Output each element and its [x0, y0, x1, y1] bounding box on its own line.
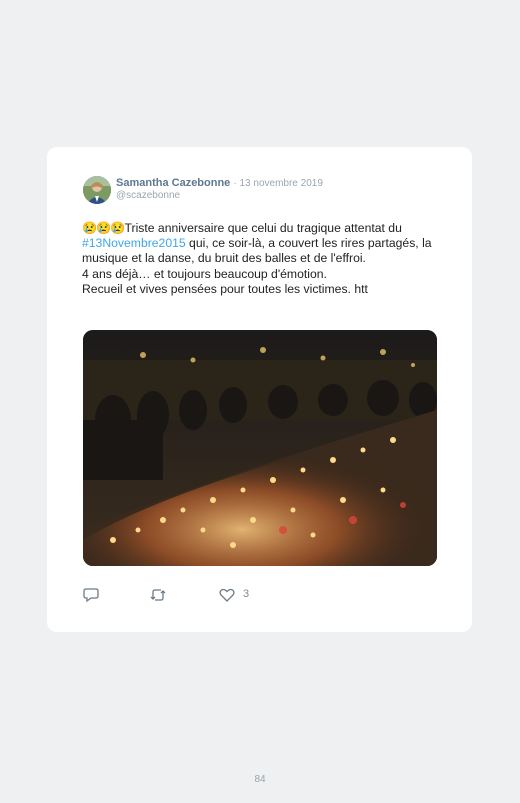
tweet-card: Samantha Cazebonne · 13 novembre 2019 @s… [47, 147, 472, 632]
avatar[interactable] [83, 176, 111, 204]
author-handle[interactable]: @scazebonne [116, 190, 180, 202]
heart-icon[interactable] [219, 587, 235, 605]
author-line: Samantha Cazebonne · 13 novembre 2019 [116, 177, 323, 190]
tweet-photo[interactable] [83, 330, 437, 566]
avatar-image [83, 176, 111, 204]
crying-emoji: 😢😢😢 [82, 221, 126, 235]
hashtag-link[interactable]: #13Novembre2015 [82, 236, 186, 250]
page-number: 84 [254, 774, 266, 785]
tweet-actions: 3 [83, 587, 383, 605]
author-name[interactable]: Samantha Cazebonne [116, 177, 230, 189]
like-count: 3 [243, 588, 250, 600]
tweet-line-2: 4 ans déjà… et toujours beaucoup d'émoti… [82, 266, 327, 281]
memorial-photo [83, 330, 437, 566]
tweet-line-3: Recueil et vives pensées pour toutes les… [82, 281, 368, 296]
tweet-date[interactable]: · 13 novembre 2019 [233, 178, 323, 189]
tweet-text: 😢😢😢Triste anniversaire que celui du trag… [82, 221, 442, 297]
retweet-icon[interactable] [149, 587, 167, 605]
tweet-text-part1: Triste anniversaire que celui du tragiqu… [124, 221, 402, 235]
reply-icon[interactable] [83, 587, 99, 605]
